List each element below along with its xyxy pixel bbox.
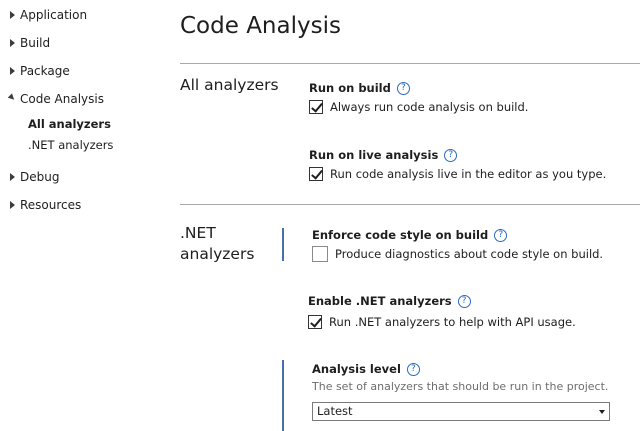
sidebar-item-debug[interactable]: Debug xyxy=(0,166,165,188)
project-properties-page: Application Build Package Code Analysis … xyxy=(0,0,640,431)
help-icon[interactable]: ? xyxy=(494,228,508,242)
sidebar-item-label: Application xyxy=(20,8,88,22)
chevron-down-icon[interactable] xyxy=(599,410,605,414)
setting-title-enforce-code-style: Enforce code style on build ? xyxy=(312,226,508,244)
checkbox-run-on-build[interactable]: Always run code analysis on build. xyxy=(309,98,528,116)
checkbox-label: Produce diagnostics about code style on … xyxy=(335,247,604,261)
checkbox-label: Run code analysis live in the editor as … xyxy=(330,167,607,181)
setting-title-text: Run on live analysis xyxy=(309,148,439,162)
checkbox-label: Run .NET analyzers to help with API usag… xyxy=(329,315,576,329)
sidebar-item-label: Debug xyxy=(20,170,60,184)
sidebar-subitem-all-analyzers[interactable]: All analyzers xyxy=(28,114,111,134)
section-accent-bar xyxy=(282,228,284,261)
expand-icon[interactable] xyxy=(7,4,17,26)
sidebar-nav: Application Build Package Code Analysis … xyxy=(0,0,170,431)
sidebar-item-label: Resources xyxy=(20,198,82,212)
sidebar-item-build[interactable]: Build xyxy=(0,32,165,54)
section-accent-bar xyxy=(282,360,284,431)
checkbox-unchecked-icon[interactable] xyxy=(312,246,328,262)
checkbox-enable-net-analyzers[interactable]: Run .NET analyzers to help with API usag… xyxy=(308,313,576,331)
checkbox-enforce-code-style[interactable]: Produce diagnostics about code style on … xyxy=(312,245,603,263)
section-divider xyxy=(180,63,640,64)
sidebar-subitem-net-analyzers[interactable]: .NET analyzers xyxy=(28,135,113,155)
section-title-all-analyzers: All analyzers xyxy=(180,76,279,94)
page-title: Code Analysis xyxy=(180,13,341,39)
sidebar-item-label: Package xyxy=(20,64,70,78)
collapse-icon[interactable] xyxy=(7,88,17,110)
checkbox-checked-icon[interactable] xyxy=(309,167,323,181)
checkbox-checked-icon[interactable] xyxy=(308,315,322,329)
sidebar-item-application[interactable]: Application xyxy=(0,4,165,26)
section-divider xyxy=(180,204,640,205)
setting-title-text: Enforce code style on build xyxy=(312,228,489,242)
sidebar-item-package[interactable]: Package xyxy=(0,60,165,82)
dropdown-selected-value: Latest xyxy=(317,404,353,418)
checkbox-run-on-live-analysis[interactable]: Run code analysis live in the editor as … xyxy=(309,165,606,183)
setting-title-text: Run on build xyxy=(309,81,391,95)
sidebar-item-label: Build xyxy=(20,36,51,50)
help-icon[interactable]: ? xyxy=(444,148,458,162)
checkbox-label: Always run code analysis on build. xyxy=(330,100,529,114)
expand-icon[interactable] xyxy=(7,166,17,188)
setting-title-run-on-build: Run on build ? xyxy=(309,79,410,97)
sidebar-item-label: Code Analysis xyxy=(20,92,104,106)
analysis-level-dropdown[interactable]: Latest xyxy=(312,402,610,421)
expand-icon[interactable] xyxy=(7,194,17,216)
setting-title-run-on-live-analysis: Run on live analysis ? xyxy=(309,146,458,164)
section-title-net-analyzers: .NET analyzers xyxy=(180,224,255,263)
setting-description: The set of analyzers that should be run … xyxy=(312,380,609,393)
help-icon[interactable]: ? xyxy=(406,362,420,376)
checkbox-checked-icon[interactable] xyxy=(309,100,323,114)
setting-title-text: Enable .NET analyzers xyxy=(308,294,452,308)
help-icon[interactable]: ? xyxy=(457,294,471,308)
expand-icon[interactable] xyxy=(7,60,17,82)
setting-title-text: Analysis level xyxy=(312,362,401,376)
sidebar-item-resources[interactable]: Resources xyxy=(0,194,165,216)
setting-title-analysis-level: Analysis level ? xyxy=(312,360,420,378)
expand-icon[interactable] xyxy=(7,32,17,54)
help-icon[interactable]: ? xyxy=(396,81,410,95)
setting-title-enable-net-analyzers: Enable .NET analyzers ? xyxy=(308,292,471,310)
sidebar-item-code-analysis[interactable]: Code Analysis xyxy=(0,88,165,110)
